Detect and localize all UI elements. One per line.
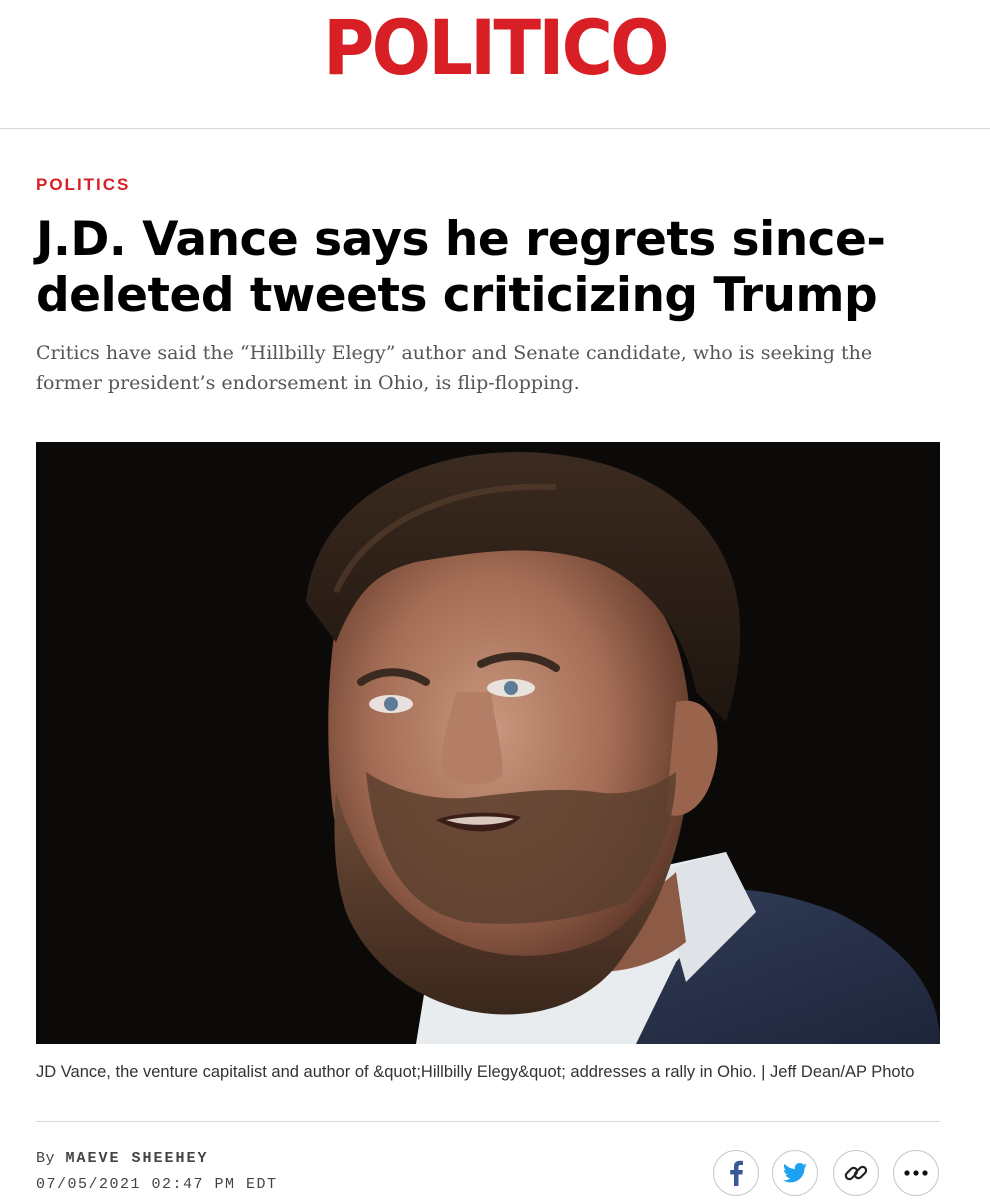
article-headline: J.D. Vance says he regrets since-deleted… [36,212,886,323]
more-dots-icon [904,1170,928,1176]
link-icon [844,1165,868,1181]
share-facebook-button[interactable] [713,1150,759,1196]
lead-photo [36,442,940,1044]
politico-logo[interactable]: POLITICO [40,10,951,86]
byline: By MAEVE SHEEHEY [36,1150,209,1167]
lead-photo-image [36,442,940,1044]
byline-prefix: By [36,1150,56,1167]
copy-link-button[interactable] [833,1150,879,1196]
divider [36,1121,940,1122]
timestamp: 07/05/2021 02:47 PM EDT [36,1176,278,1193]
facebook-icon [730,1160,743,1186]
article-dek: Critics have said the “Hillbilly Elegy” … [36,342,873,394]
masthead: POLITICO [0,0,990,129]
section-label[interactable]: POLITICS [36,175,130,195]
twitter-icon [783,1163,807,1183]
photo-caption: JD Vance, the venture capitalist and aut… [36,1063,915,1081]
author-link[interactable]: MAEVE SHEEHEY [66,1150,209,1167]
more-options-button[interactable] [893,1150,939,1196]
share-twitter-button[interactable] [772,1150,818,1196]
